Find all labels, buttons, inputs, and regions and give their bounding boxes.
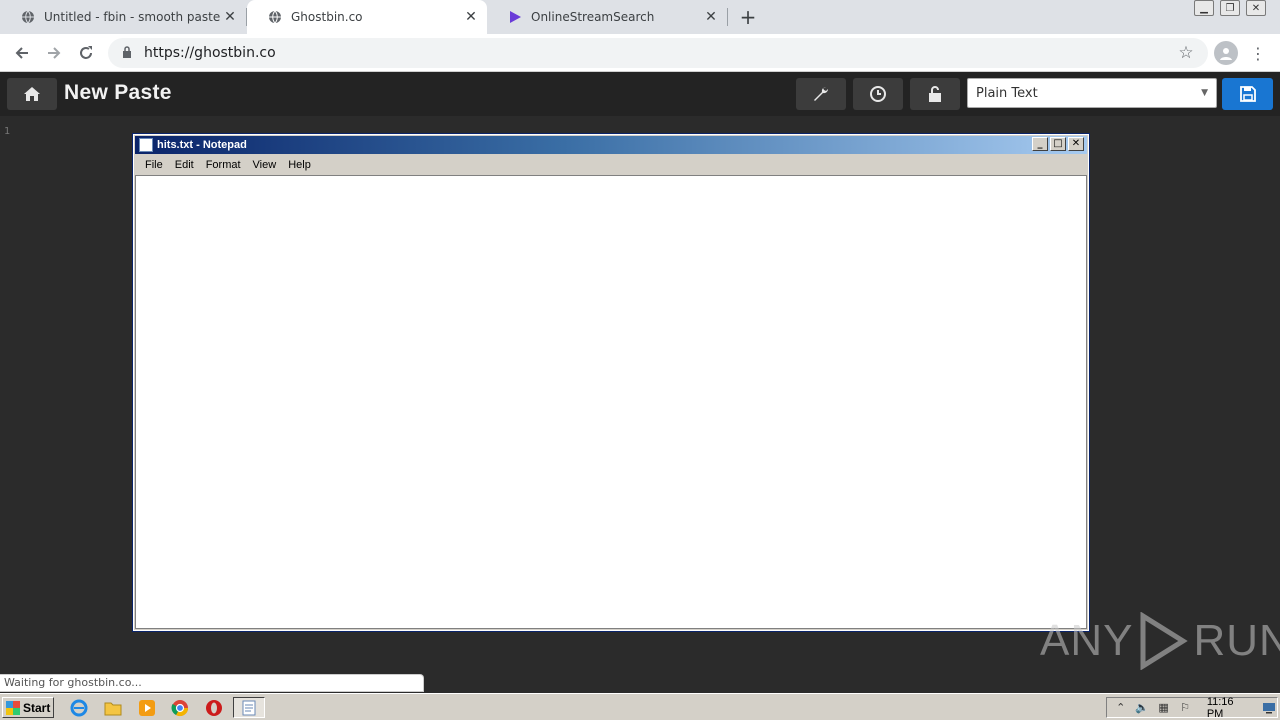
tab-title: OnlineStreamSearch [531, 10, 655, 24]
address-bar[interactable]: https://ghostbin.co [108, 38, 1208, 68]
page-title: New Paste [64, 81, 172, 104]
ghostbin-header: New Paste Plain Text ▼ [0, 72, 1280, 116]
menu-help[interactable]: Help [282, 159, 317, 171]
notepad-window-controls: _ □ ✕ [1032, 137, 1084, 151]
start-label: Start [23, 700, 51, 715]
notepad-text-area[interactable] [135, 175, 1087, 629]
windows-logo-icon [6, 700, 20, 715]
watermark-left-text: ANY [1040, 616, 1134, 665]
network-icon[interactable]: ▦ [1156, 700, 1171, 716]
chrome-icon[interactable] [170, 698, 190, 718]
forward-arrow-icon[interactable] [40, 39, 68, 67]
bookmark-star-icon[interactable]: ☆ [1174, 41, 1198, 65]
notepad-icon [242, 700, 256, 715]
menu-file[interactable]: File [139, 159, 169, 171]
flag-icon[interactable]: ⚐ [1177, 700, 1192, 716]
lock-icon [122, 45, 134, 61]
home-icon [24, 87, 40, 101]
browser-toolbar: https://ghostbin.co ☆ ⋮ [0, 34, 1280, 72]
play-logo-icon [507, 9, 523, 25]
clock[interactable]: 11:16 PM [1207, 696, 1252, 720]
restore-icon[interactable]: ❐ [1220, 0, 1240, 16]
tab-title: Ghostbin.co [291, 10, 363, 24]
line-gutter: 1 [0, 116, 14, 690]
clock-icon [870, 86, 886, 102]
watermark-right-text: RUN [1193, 616, 1280, 665]
browser-tab-strip: Untitled - fbin - smooth pastes ✕ Ghostb… [0, 0, 1280, 34]
tab-close-icon[interactable]: ✕ [461, 7, 481, 27]
close-icon[interactable]: ✕ [1068, 137, 1084, 151]
settings-button[interactable] [796, 78, 846, 110]
tab-close-icon[interactable]: ✕ [220, 7, 240, 27]
tab-title: Untitled - fbin - smooth pastes [44, 10, 220, 24]
show-desktop-icon[interactable] [1262, 700, 1277, 716]
notepad-window[interactable]: hits.txt - Notepad _ □ ✕ File Edit Forma… [132, 133, 1090, 632]
windows-taskbar: Start ⌃ 🔈 ▦ ⚐ 11:16 PM [0, 693, 1280, 720]
notepad-title: hits.txt - Notepad [157, 139, 247, 151]
close-icon[interactable]: ✕ [1246, 0, 1266, 16]
maximize-icon[interactable]: □ [1050, 137, 1066, 151]
browser-status-bubble: Waiting for ghostbin.co... [0, 674, 424, 692]
chevron-up-icon[interactable]: ⌃ [1113, 700, 1128, 716]
language-select[interactable]: Plain Text ▼ [967, 78, 1217, 108]
menu-kebab-icon[interactable]: ⋮ [1248, 41, 1268, 65]
wrench-icon [814, 86, 829, 101]
system-tray: ⌃ 🔈 ▦ ⚐ 11:16 PM [1106, 696, 1278, 720]
notepad-titlebar[interactable]: hits.txt - Notepad _ □ ✕ [135, 136, 1087, 154]
opera-icon[interactable] [204, 698, 224, 718]
home-button[interactable] [7, 78, 57, 110]
tab-onlinestreamsearch[interactable]: OnlineStreamSearch ✕ [487, 0, 727, 34]
save-paste-button[interactable] [1222, 78, 1273, 110]
media-player-icon[interactable] [137, 698, 157, 718]
minimize-icon[interactable]: ▁ [1194, 0, 1214, 16]
tab-separator [727, 8, 728, 26]
taskbar-notepad-button[interactable] [233, 697, 265, 718]
globe-icon [267, 9, 283, 25]
new-tab-button[interactable]: + [736, 5, 760, 29]
minimize-icon[interactable]: _ [1032, 137, 1048, 151]
language-select-value: Plain Text [976, 85, 1038, 101]
menu-format[interactable]: Format [200, 159, 247, 171]
anyrun-watermark: ANY RUN [1040, 612, 1280, 670]
tab-ghostbin[interactable]: Ghostbin.co ✕ [247, 0, 487, 34]
tab-close-icon[interactable]: ✕ [701, 7, 721, 27]
chevron-down-icon: ▼ [1201, 88, 1208, 98]
back-arrow-icon[interactable] [8, 39, 36, 67]
unlock-icon [929, 86, 941, 102]
url-text: https://ghostbin.co [144, 45, 276, 61]
menu-view[interactable]: View [247, 159, 283, 171]
notepad-menubar: File Edit Format View Help [135, 155, 1087, 174]
expiration-button[interactable] [853, 78, 903, 110]
start-button[interactable]: Start [2, 697, 54, 718]
menu-edit[interactable]: Edit [169, 159, 200, 171]
encryption-button[interactable] [910, 78, 960, 110]
tab-untitled-fbin[interactable]: Untitled - fbin - smooth pastes ✕ [0, 0, 246, 34]
globe-icon [20, 9, 36, 25]
floppy-disk-icon [1239, 86, 1256, 102]
profile-avatar-icon[interactable] [1214, 41, 1238, 65]
window-controls: ▁ ❐ ✕ [1194, 0, 1266, 16]
play-logo-icon [1140, 612, 1189, 670]
internet-explorer-icon[interactable] [69, 698, 89, 718]
line-number: 1 [4, 126, 11, 137]
reload-icon[interactable] [72, 39, 100, 67]
notepad-icon [139, 138, 153, 152]
volume-icon[interactable]: 🔈 [1134, 700, 1149, 716]
folder-icon[interactable] [103, 698, 123, 718]
